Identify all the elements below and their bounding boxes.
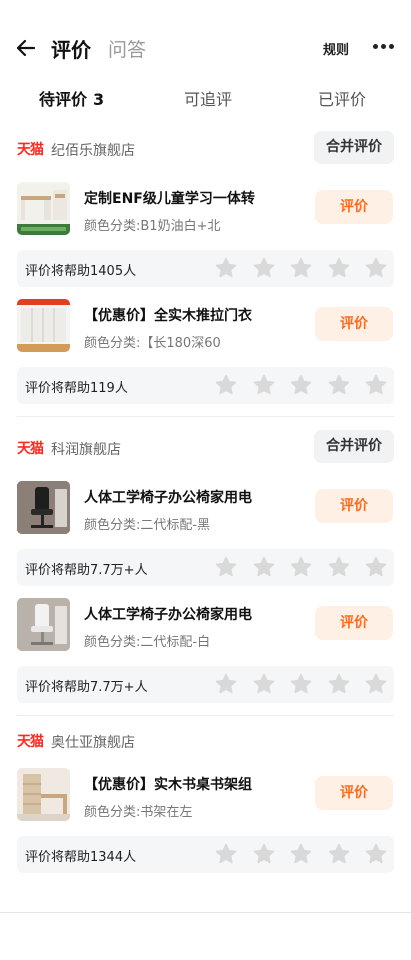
help-bar: 评价将帮助1405人 <box>17 250 394 287</box>
product-title[interactable]: 人体工学椅子办公椅家用电 <box>84 487 304 507</box>
tab-pending-count: 3 <box>93 90 105 109</box>
tmall-logo: 天猫 <box>17 441 44 457</box>
shop-card: 天猫 纪佰乐旗舰店 合并评价 <box>0 131 411 165</box>
shop-header: 天猫 科润旗舰店 合并评价 <box>0 430 411 464</box>
order-item: 【优惠价】全实木推拉门衣 颜色分类:【长180深60 评价 评价将帮助119人 <box>0 299 411 415</box>
shop-divider <box>17 715 394 716</box>
help-count-text: 评价将帮助119人 <box>25 381 128 396</box>
shop-name[interactable]: 奥仕亚旗舰店 <box>51 732 135 752</box>
star-icon[interactable] <box>214 842 238 866</box>
star-icon[interactable] <box>252 672 276 696</box>
product-thumbnail[interactable] <box>17 481 70 534</box>
product-spec: 颜色分类:书架在左 <box>84 805 193 820</box>
product-thumbnail[interactable] <box>17 768 70 821</box>
order-item: 【优惠价】实木书桌书架组 颜色分类:书架在左 评价 评价将帮助1344人 <box>0 768 411 884</box>
product-thumbnail[interactable] <box>17 182 70 235</box>
tmall-logo: 天猫 <box>17 734 44 750</box>
order-item: 定制ENF级儿童学习一体转 颜色分类:B1奶油白+北 评价 评价将帮助1405人 <box>0 182 411 298</box>
star-icon[interactable] <box>327 373 351 397</box>
shop-name[interactable]: 纪佰乐旗舰店 <box>51 140 135 160</box>
back-arrow-icon[interactable] <box>14 36 38 60</box>
review-tabs: 待评价 3 可追评 已评价 <box>0 80 411 116</box>
shop-divider <box>17 416 394 417</box>
order-item: 人体工学椅子办公椅家用电 颜色分类:二代标配-白 评价 评价将帮助7.7万+人 <box>0 598 411 714</box>
shop-header: 天猫 奥仕亚旗舰店 <box>0 723 411 757</box>
star-icon[interactable] <box>289 842 313 866</box>
merge-review-button[interactable]: 合并评价 <box>314 430 394 463</box>
help-bar: 评价将帮助7.7万+人 <box>17 549 394 586</box>
rate-button[interactable]: 评价 <box>315 307 393 341</box>
tab-followup[interactable]: 可追评 <box>184 86 232 110</box>
order-item: 人体工学椅子办公椅家用电 颜色分类:二代标配-黑 评价 评价将帮助7.7万+人 <box>0 481 411 597</box>
shop-header: 天猫 纪佰乐旗舰店 合并评价 <box>0 131 411 165</box>
star-icon[interactable] <box>327 555 351 579</box>
star-icon[interactable] <box>289 555 313 579</box>
star-rating <box>214 256 389 280</box>
product-title[interactable]: 【优惠价】实木书桌书架组 <box>84 774 304 794</box>
help-bar: 评价将帮助119人 <box>17 367 394 404</box>
product-spec: 颜色分类:【长180深60 <box>84 336 221 351</box>
help-count-text: 评价将帮助1344人 <box>25 850 137 865</box>
help-count-text: 评价将帮助1405人 <box>25 264 137 279</box>
shop-card: 天猫 奥仕亚旗舰店 <box>0 723 411 757</box>
star-rating <box>214 555 389 579</box>
product-thumbnail[interactable] <box>17 598 70 651</box>
star-rating <box>214 842 389 866</box>
star-icon[interactable] <box>364 373 388 397</box>
product-spec: 颜色分类:二代标配-白 <box>84 635 211 650</box>
help-count-text: 评价将帮助7.7万+人 <box>25 680 148 695</box>
star-icon[interactable] <box>364 842 388 866</box>
star-icon[interactable] <box>252 373 276 397</box>
product-title[interactable]: 定制ENF级儿童学习一体转 <box>84 188 304 208</box>
star-rating <box>214 373 389 397</box>
star-icon[interactable] <box>289 373 313 397</box>
rate-button[interactable]: 评价 <box>315 489 393 523</box>
star-icon[interactable] <box>327 672 351 696</box>
rate-button[interactable]: 评价 <box>315 776 393 810</box>
product-spec: 颜色分类:B1奶油白+北 <box>84 219 221 234</box>
star-icon[interactable] <box>214 555 238 579</box>
rate-button[interactable]: 评价 <box>315 606 393 640</box>
page-title[interactable]: 评价 <box>51 34 91 63</box>
product-thumbnail[interactable] <box>17 299 70 352</box>
star-icon[interactable] <box>364 555 388 579</box>
star-rating <box>214 672 389 696</box>
star-icon[interactable] <box>214 373 238 397</box>
star-icon[interactable] <box>252 256 276 280</box>
tab-qa[interactable]: 问答 <box>108 35 146 62</box>
star-icon[interactable] <box>214 256 238 280</box>
product-title[interactable]: 【优惠价】全实木推拉门衣 <box>84 305 304 325</box>
shop-name[interactable]: 科润旗舰店 <box>51 439 121 459</box>
product-title[interactable]: 人体工学椅子办公椅家用电 <box>84 604 304 624</box>
star-icon[interactable] <box>289 256 313 280</box>
star-icon[interactable] <box>289 672 313 696</box>
star-icon[interactable] <box>214 672 238 696</box>
tab-reviewed[interactable]: 已评价 <box>318 86 366 110</box>
rules-link[interactable]: 规则 <box>323 39 349 58</box>
tab-pending[interactable]: 待评价 3 <box>39 86 104 110</box>
star-icon[interactable] <box>252 842 276 866</box>
help-bar: 评价将帮助7.7万+人 <box>17 666 394 703</box>
star-icon[interactable] <box>327 256 351 280</box>
star-icon[interactable] <box>327 842 351 866</box>
star-icon[interactable] <box>364 256 388 280</box>
help-count-text: 评价将帮助7.7万+人 <box>25 563 148 578</box>
more-icon[interactable] <box>373 44 395 52</box>
tab-pending-label: 待评价 <box>39 90 88 109</box>
star-icon[interactable] <box>252 555 276 579</box>
rate-button[interactable]: 评价 <box>315 190 393 224</box>
tmall-logo: 天猫 <box>17 142 44 158</box>
merge-review-button[interactable]: 合并评价 <box>314 131 394 164</box>
help-bar: 评价将帮助1344人 <box>17 836 394 873</box>
product-spec: 颜色分类:二代标配-黑 <box>84 518 211 533</box>
bottom-divider <box>0 912 411 913</box>
shop-card: 天猫 科润旗舰店 合并评价 <box>0 430 411 464</box>
star-icon[interactable] <box>364 672 388 696</box>
